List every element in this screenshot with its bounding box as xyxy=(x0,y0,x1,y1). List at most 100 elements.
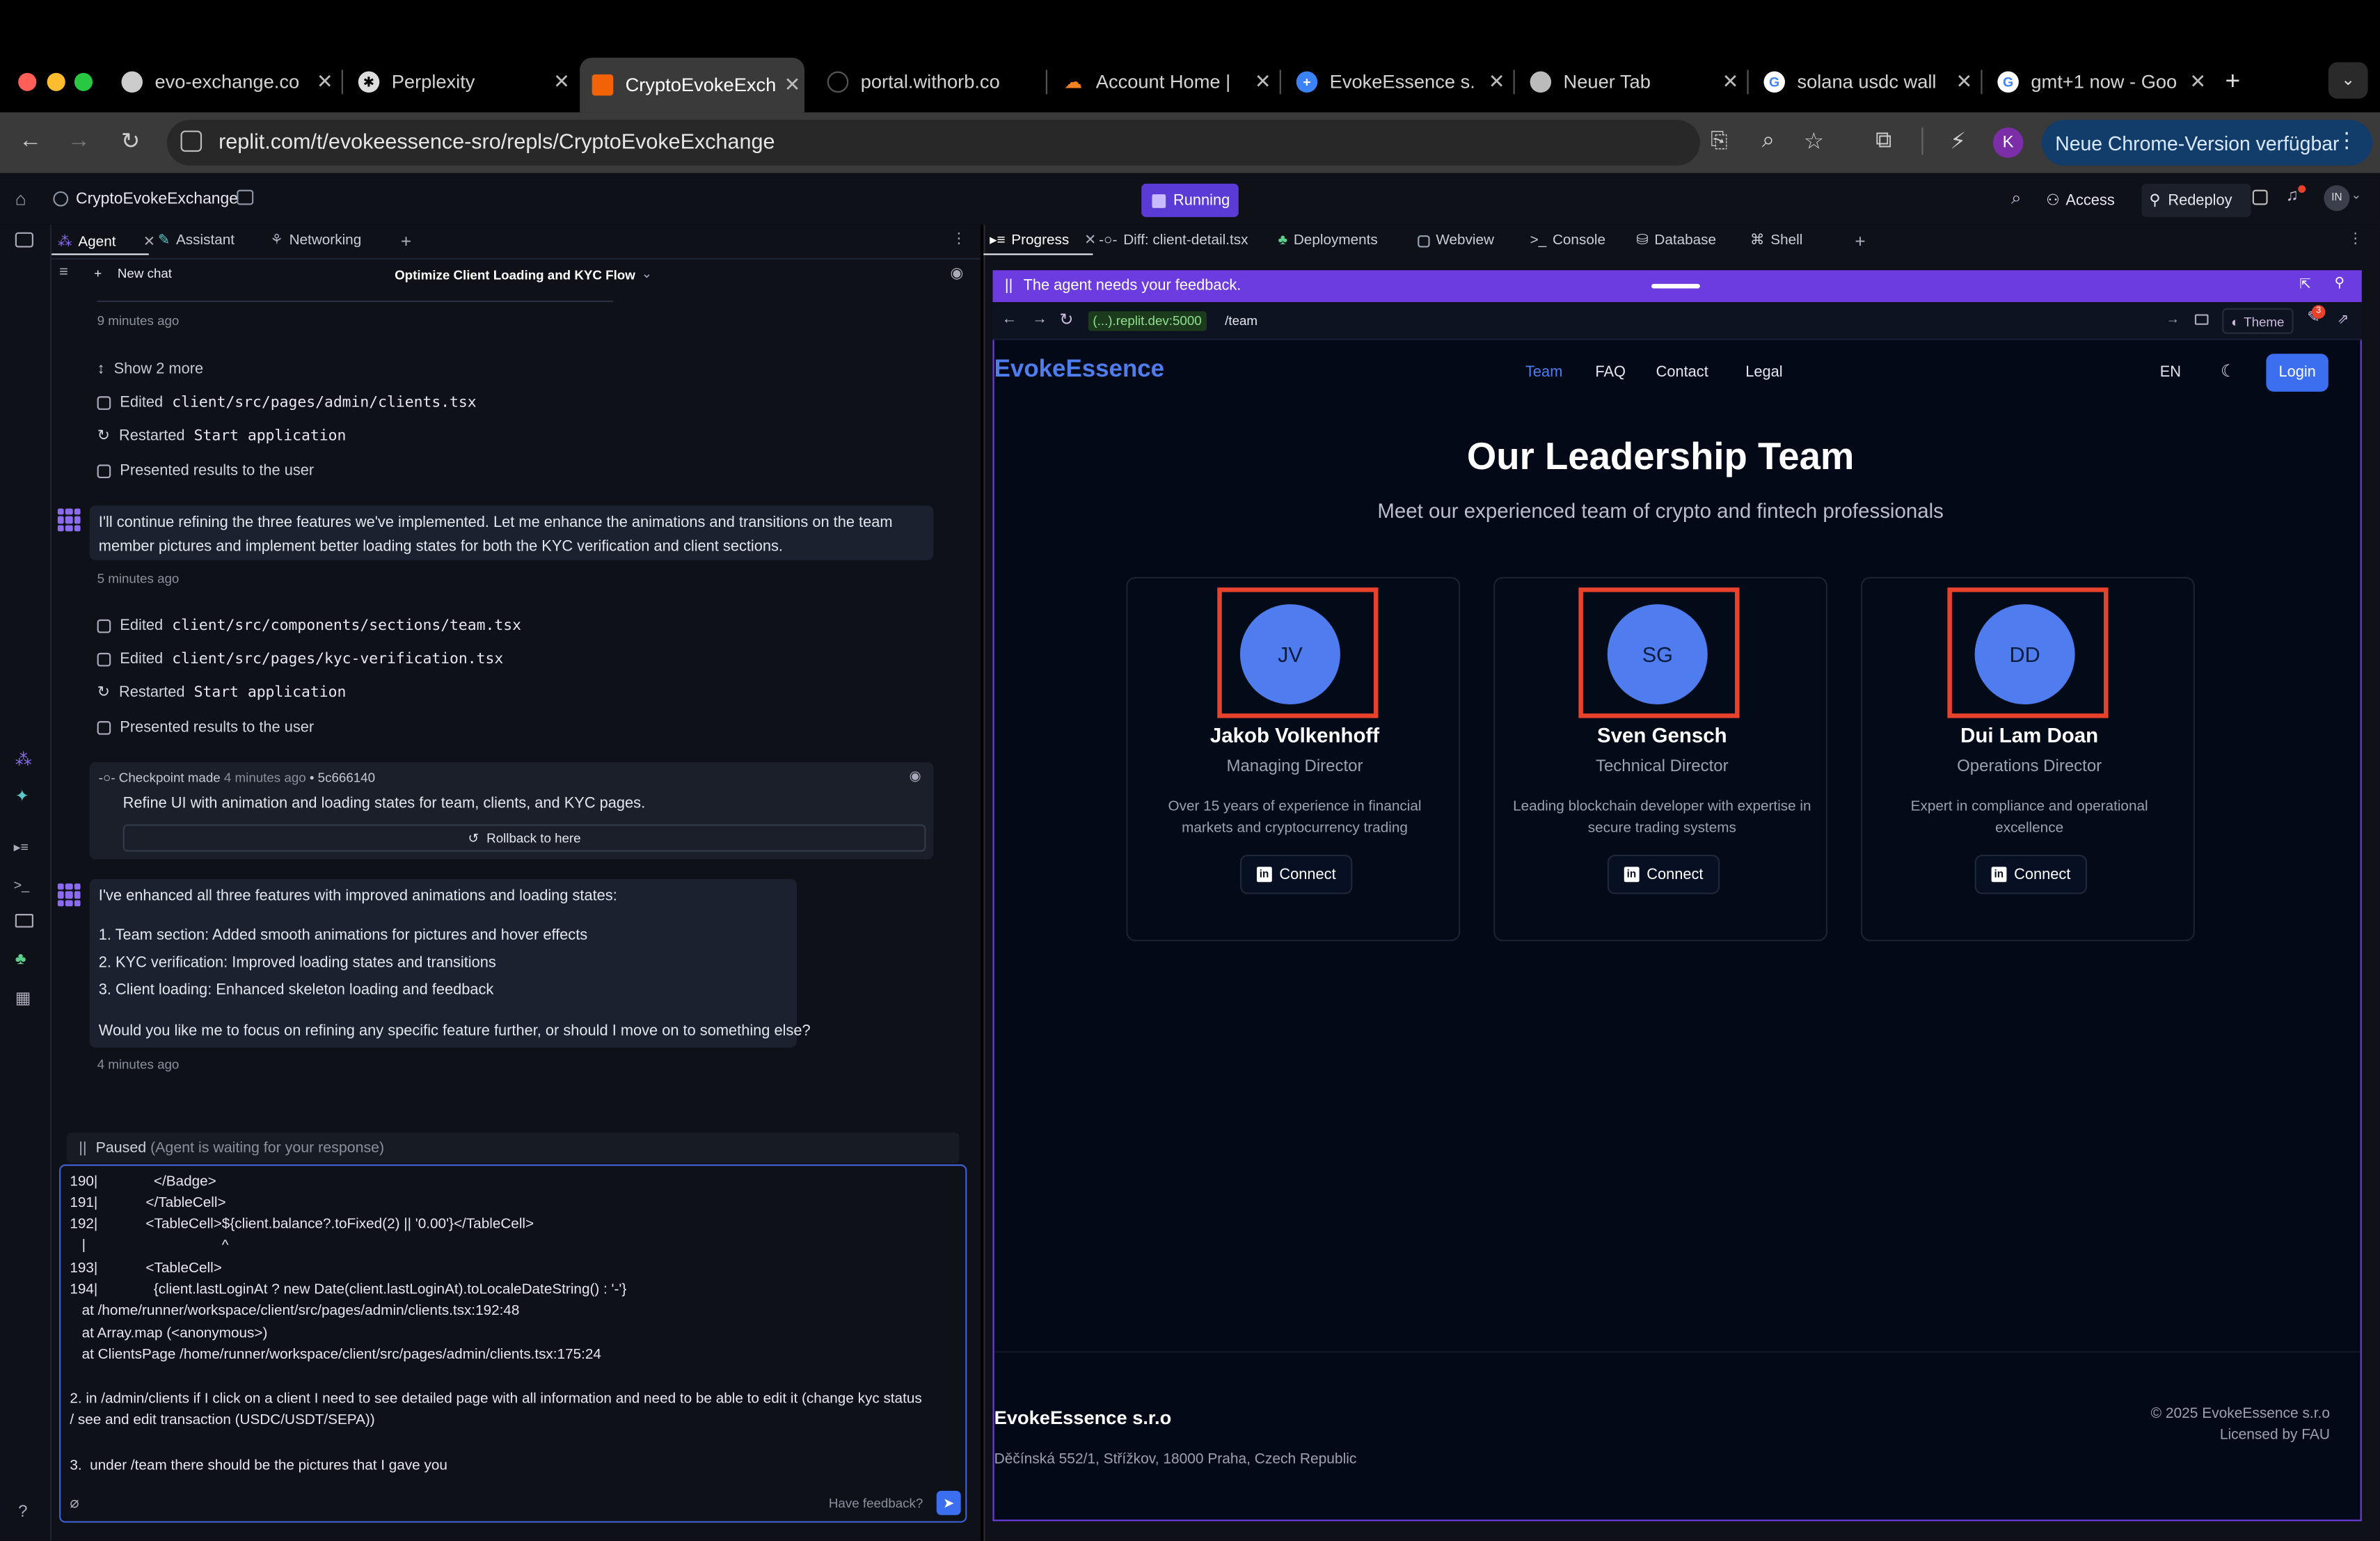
browser-tab[interactable]: + EvokeEssence s. ✕ xyxy=(1284,62,1509,102)
browser-tab[interactable]: G gmt+1 now - Goo ✕ xyxy=(1985,62,2210,102)
back-icon[interactable]: ← xyxy=(1002,311,1017,328)
tab-deployments[interactable]: ♣ Deployments xyxy=(1278,232,1378,249)
chevron-down-icon[interactable]: ⌄ xyxy=(2351,188,2362,202)
browser-tab[interactable]: G solana usdc wall ✕ xyxy=(1752,62,1976,102)
site-logo[interactable]: EvokeEssence xyxy=(994,357,1164,384)
search-icon[interactable]: ⌕ xyxy=(2011,187,2022,210)
minimize-window-icon[interactable] xyxy=(47,72,65,91)
action-item[interactable]: ↻ Restarted Start application xyxy=(97,428,347,445)
theme-button[interactable]: ◐ Theme xyxy=(2222,308,2294,334)
agent-rail-icon[interactable]: ⁂ xyxy=(15,750,32,770)
back-icon[interactable]: ← xyxy=(15,127,46,153)
go-arrow-icon[interactable]: → xyxy=(2166,311,2180,326)
action-item[interactable]: Edited client/src/pages/kyc-verification.… xyxy=(97,651,503,668)
chrome-update-button[interactable]: Neue Chrome-Version verfügbar ⋮ xyxy=(2041,120,2373,166)
action-item[interactable]: ↻ Restarted Start application xyxy=(97,685,347,702)
redeploy-button[interactable]: ⚲ Redeploy xyxy=(2141,183,2251,217)
pin-icon[interactable]: ⚲ xyxy=(2335,275,2345,292)
view-icon[interactable]: ◉ xyxy=(950,266,963,283)
browser-tab[interactable]: portal.withorb.co xyxy=(815,62,1042,102)
connect-button[interactable]: in Connect xyxy=(1974,854,2088,894)
dev-url-path[interactable]: /team xyxy=(1225,313,1258,328)
extensions-icon[interactable]: ⧉ xyxy=(1869,127,1899,153)
nav-faq[interactable]: FAQ xyxy=(1595,364,1626,381)
tab-console[interactable]: >_ Console xyxy=(1530,232,1605,249)
close-window-icon[interactable] xyxy=(18,72,37,91)
new-tab-button[interactable]: + xyxy=(401,231,411,253)
nav-contact[interactable]: Contact xyxy=(1656,364,1708,381)
webview-rail-icon[interactable] xyxy=(15,914,33,928)
site-info-icon[interactable] xyxy=(180,130,203,152)
more-vert-icon[interactable]: ⋮ xyxy=(2348,231,2363,248)
browser-tab[interactable]: Neuer Tab ✕ xyxy=(1518,62,1743,102)
view-icon[interactable]: ◉ xyxy=(909,768,921,785)
project-name[interactable]: CryptoEvokeExchange xyxy=(76,190,238,208)
close-tab-icon[interactable]: ✕ xyxy=(1952,70,1976,94)
collapse-icon[interactable]: ⇱ xyxy=(2299,276,2310,293)
browser-tab[interactable]: evo-exchange.co ✕ xyxy=(109,62,337,102)
connect-button[interactable]: in Connect xyxy=(1239,854,1353,894)
help-icon[interactable]: ? xyxy=(18,1503,27,1521)
close-tab-icon[interactable]: ✕ xyxy=(312,70,337,94)
close-tab-icon[interactable]: ✕ xyxy=(550,70,574,94)
close-tab-icon[interactable]: ✕ xyxy=(1718,70,1743,94)
user-avatar[interactable]: IN xyxy=(2324,185,2350,212)
notifications-icon[interactable]: ♫ xyxy=(2286,187,2299,205)
show-more-button[interactable]: ↕ Show 2 more xyxy=(97,361,204,378)
rollback-button[interactable]: ↺ Rollback to here xyxy=(122,824,926,852)
address-bar[interactable]: replit.com/t/evokeessence-sro/repls/Cryp… xyxy=(166,120,1728,166)
device-icon[interactable] xyxy=(2194,314,2209,325)
new-chat-button[interactable]: + New chat xyxy=(94,266,172,281)
tab-search-chevron-icon[interactable]: ⌄ xyxy=(2328,62,2368,99)
action-item[interactable]: Presented results to the user xyxy=(97,720,314,736)
browser-tab[interactable]: ✱ Perplexity ✕ xyxy=(346,62,573,102)
extension-icon[interactable]: ⚡ xyxy=(1943,127,1974,155)
reload-icon[interactable]: ↻ xyxy=(116,127,146,155)
language-switch[interactable]: EN xyxy=(2160,364,2181,381)
zoom-window-icon[interactable] xyxy=(74,72,93,91)
profile-avatar[interactable]: K xyxy=(1992,127,2024,158)
bookmark-star-icon[interactable]: ☆ xyxy=(1799,127,1830,155)
close-tab-icon[interactable]: ✕ xyxy=(143,234,155,251)
run-status-button[interactable]: Running xyxy=(1141,183,1239,217)
progress-rail-icon[interactable]: ▸≡ xyxy=(14,839,29,856)
action-item[interactable]: Presented results to the user xyxy=(97,463,314,480)
files-icon[interactable] xyxy=(15,232,33,248)
forward-icon[interactable]: → xyxy=(64,127,95,153)
checkpoint-hash[interactable]: 5c666140 xyxy=(318,770,375,785)
close-tab-icon[interactable]: ✕ xyxy=(1484,70,1509,94)
close-tab-icon[interactable]: ✕ xyxy=(1251,70,1275,94)
apps-grid-icon[interactable]: ▦ xyxy=(15,988,31,1008)
message-input[interactable]: 190| </Badge> 191| </TableCell> 192| <Ta… xyxy=(59,1164,967,1523)
close-tab-icon[interactable]: ✕ xyxy=(1084,232,1096,249)
install-app-icon[interactable]: ⎘ xyxy=(1711,127,1727,153)
action-item[interactable]: Edited client/src/components/sections/tea… xyxy=(97,618,521,635)
new-tab-icon[interactable]: + xyxy=(2226,67,2241,97)
tab-database[interactable]: ⛁ Database xyxy=(1636,232,1716,249)
deployments-rail-icon[interactable]: ♣ xyxy=(15,950,26,968)
assistant-rail-icon[interactable]: ✦ xyxy=(15,787,29,806)
copy-icon[interactable] xyxy=(2252,189,2268,205)
home-icon[interactable]: ⌂ xyxy=(15,188,26,210)
more-vert-icon[interactable]: ⋮ xyxy=(2336,127,2358,153)
access-button[interactable]: ⚇ Access xyxy=(2046,184,2115,217)
tab-shell[interactable]: ⌘ Shell xyxy=(1750,232,1803,249)
close-tab-icon[interactable]: ✕ xyxy=(2186,70,2210,94)
browser-tab-active[interactable]: CryptoEvokeExch ✕ xyxy=(580,57,804,113)
dark-mode-moon-icon[interactable]: ☾ xyxy=(2221,361,2236,381)
dev-url-host[interactable]: (...).replit.dev:5000 xyxy=(1088,311,1207,331)
connect-button[interactable]: in Connect xyxy=(1607,854,1720,894)
drag-handle[interactable] xyxy=(1651,283,1700,289)
project-info-icon[interactable] xyxy=(237,189,254,205)
action-item[interactable]: Edited client/src/pages/admin/clients.tsx xyxy=(97,395,477,411)
login-button[interactable]: Login xyxy=(2266,354,2329,392)
tab-networking[interactable]: ⚘ Networking xyxy=(270,232,361,249)
chat-title[interactable]: Optimize Client Loading and KYC Flow ⌄ xyxy=(395,266,652,283)
url-text[interactable]: replit.com/t/evokeessence-sro/repls/Cryp… xyxy=(219,129,775,153)
tab-progress[interactable]: ▸≡ Progress ✕ xyxy=(990,232,1096,249)
tab-diff[interactable]: -○- Diff: client-detail.tsx xyxy=(1099,232,1248,249)
new-tab-button[interactable]: + xyxy=(1855,231,1865,253)
nav-team[interactable]: Team xyxy=(1525,364,1562,381)
browser-tab[interactable]: ☁ Account Home | ✕ xyxy=(1050,62,1275,102)
forward-icon[interactable]: → xyxy=(1032,311,1047,328)
